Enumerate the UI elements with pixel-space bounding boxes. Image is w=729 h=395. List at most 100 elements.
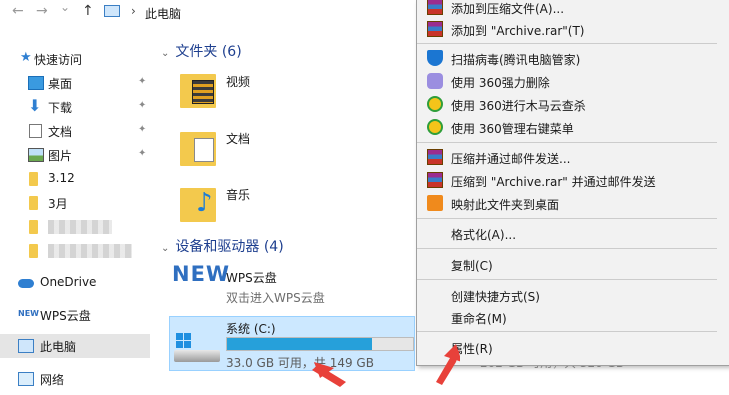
menu-separator — [417, 142, 717, 143]
sidebar-item-downloads[interactable]: ⬇ 下载 ✦ — [0, 96, 150, 118]
menu-separator — [417, 331, 717, 332]
tencent-shield-icon — [427, 50, 443, 66]
menu-item-copy[interactable]: 复制(C) — [417, 253, 729, 275]
menu-item-create-shortcut[interactable]: 创建快捷方式(S) — [417, 284, 729, 306]
menu-item-label: 重命名(M) — [451, 312, 507, 326]
menu-item-label: 映射此文件夹到桌面 — [451, 198, 560, 212]
sidebar-item-onedrive[interactable]: OneDrive — [0, 272, 150, 294]
up-button[interactable]: ↑ — [82, 3, 94, 19]
menu-item-compress-email[interactable]: 压缩并通过邮件发送... — [417, 146, 729, 168]
this-pc-icon — [104, 5, 120, 17]
sidebar-item-label: 快速访问 — [34, 53, 83, 67]
menu-item-360-manage-menu[interactable]: 使用 360管理右键菜单 — [417, 116, 729, 138]
folder-icon — [29, 196, 38, 210]
folder-name: 文档 — [226, 132, 251, 146]
breadcrumb-this-pc[interactable]: 此电脑 — [145, 5, 181, 22]
context-menu: 添加到压缩文件(A)... 添加到 "Archive.rar"(T) 扫描病毒(… — [416, 0, 729, 366]
folder-name: 音乐 — [226, 188, 251, 202]
menu-item-properties[interactable]: 属性(R) — [417, 336, 729, 358]
menu-item-360-trojan-scan[interactable]: 使用 360进行木马云查杀 — [417, 93, 729, 115]
menu-item-rename[interactable]: 重命名(M) — [417, 306, 729, 328]
sidebar-item-desktop[interactable]: 桌面 ✦ — [0, 72, 150, 94]
redacted-label — [48, 244, 132, 258]
360-scan-icon — [427, 96, 443, 112]
menu-separator — [417, 248, 717, 249]
group-header-label: 设备和驱动器 (4) — [175, 239, 284, 255]
sidebar-item-label: 3月 — [48, 197, 68, 211]
network-icon — [18, 372, 34, 386]
folder-icon — [29, 172, 38, 186]
360-manage-icon — [427, 119, 443, 135]
sidebar-item-label: WPS云盘 — [40, 309, 91, 323]
back-button[interactable]: ← — [12, 3, 24, 19]
menu-item-label: 压缩并通过邮件发送... — [451, 152, 571, 166]
menu-item-label: 添加到压缩文件(A)... — [451, 2, 565, 16]
documents-folder-icon — [180, 126, 216, 166]
drive-subtitle: 双击进入WPS云盘 — [226, 291, 325, 305]
drives-group-header[interactable]: ⌄ 设备和驱动器 (4) — [161, 236, 284, 256]
sidebar-item-label: 下载 — [48, 101, 73, 115]
sidebar-item-label: 图片 — [48, 149, 73, 163]
music-folder-icon: ♪ — [180, 182, 216, 222]
document-icon — [29, 124, 42, 138]
chevron-down-icon: ⌄ — [161, 48, 170, 59]
forward-button[interactable]: → — [36, 3, 48, 19]
cloud-icon — [18, 279, 34, 288]
sidebar-item-quick-access[interactable]: ★ 快速访问 — [0, 48, 150, 70]
recent-dropdown-button[interactable]: ⌄ — [60, 0, 70, 14]
sidebar-item-network[interactable]: 网络 — [0, 368, 150, 390]
menu-separator — [417, 43, 717, 44]
sidebar-item-label: OneDrive — [40, 275, 97, 289]
menu-item-format[interactable]: 格式化(A)... — [417, 222, 729, 244]
menu-item-add-to-archive[interactable]: 添加到压缩文件(A)... — [417, 0, 729, 18]
menu-item-label: 格式化(A)... — [451, 228, 517, 242]
navigation-pane: ★ 快速访问 桌面 ✦ ⬇ 下载 ✦ 文档 ✦ 图片 ✦ 3.12 3月 One… — [0, 36, 152, 395]
sidebar-item-label: 此电脑 — [40, 340, 77, 354]
menu-item-map-to-desktop[interactable]: 映射此文件夹到桌面 — [417, 192, 729, 214]
picture-icon — [28, 148, 44, 162]
sidebar-item-folder-3-12[interactable]: 3.12 — [0, 168, 150, 190]
pin-icon: ✦ — [138, 100, 147, 111]
menu-item-label: 添加到 "Archive.rar"(T) — [451, 24, 585, 38]
sidebar-item-this-pc[interactable]: 此电脑 — [0, 334, 150, 358]
menu-item-label: 使用 360进行木马云查杀 — [451, 99, 586, 113]
sidebar-item-blurred-folder[interactable] — [0, 216, 150, 238]
wps-new-icon: NEW — [18, 309, 39, 318]
redacted-label — [48, 220, 112, 234]
pin-icon: ✦ — [138, 124, 147, 135]
pin-icon: ✦ — [138, 148, 147, 159]
sidebar-item-label: 桌面 — [48, 77, 73, 91]
video-folder-icon — [180, 68, 216, 108]
menu-item-360-force-delete[interactable]: 使用 360强力删除 — [417, 70, 729, 92]
group-header-label: 文件夹 (6) — [175, 44, 242, 60]
menu-separator — [417, 279, 717, 280]
menu-item-label: 复制(C) — [451, 259, 493, 273]
menu-item-label: 使用 360强力删除 — [451, 76, 550, 90]
menu-separator — [417, 218, 717, 219]
sidebar-item-label: 文档 — [48, 125, 73, 139]
folders-group-header[interactable]: ⌄ 文件夹 (6) — [161, 41, 242, 61]
wps-new-icon: NEW — [172, 262, 231, 286]
sidebar-item-pictures[interactable]: 图片 ✦ — [0, 144, 150, 166]
annotation-arrows — [312, 344, 460, 387]
menu-item-label: 压缩到 "Archive.rar" 并通过邮件发送 — [451, 175, 656, 189]
menu-item-label: 扫描病毒(腾讯电脑管家) — [451, 53, 581, 67]
sidebar-item-blurred-folder[interactable] — [0, 240, 150, 262]
menu-item-compress-rar-email[interactable]: 压缩到 "Archive.rar" 并通过邮件发送 — [417, 169, 729, 191]
360-delete-icon — [427, 73, 443, 89]
this-pc-icon — [18, 339, 34, 353]
folder-icon — [29, 220, 38, 234]
menu-item-scan-virus[interactable]: 扫描病毒(腾讯电脑管家) — [417, 47, 729, 69]
winrar-icon — [427, 149, 443, 165]
menu-item-label: 创建快捷方式(S) — [451, 290, 540, 304]
sidebar-item-folder-march[interactable]: 3月 — [0, 192, 150, 214]
winrar-icon — [427, 21, 443, 37]
drive-name: 系统 (C:) — [226, 322, 276, 336]
download-arrow-icon: ⬇ — [28, 96, 42, 115]
menu-item-add-to-archive-rar[interactable]: 添加到 "Archive.rar"(T) — [417, 18, 729, 40]
map-desktop-icon — [427, 195, 443, 211]
desktop-icon — [28, 76, 44, 90]
folder-icon — [29, 244, 38, 258]
sidebar-item-documents[interactable]: 文档 ✦ — [0, 120, 150, 142]
sidebar-item-wps-cloud[interactable]: NEW WPS云盘 — [0, 304, 150, 326]
